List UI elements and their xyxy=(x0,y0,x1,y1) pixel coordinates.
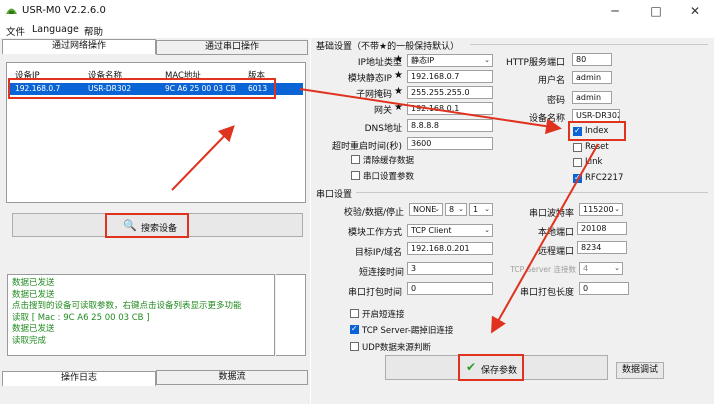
annotation-arrows xyxy=(171,88,599,334)
arrow-to-save xyxy=(491,143,599,334)
arrow-to-index xyxy=(299,88,562,135)
arrow-to-device-row xyxy=(171,125,235,191)
